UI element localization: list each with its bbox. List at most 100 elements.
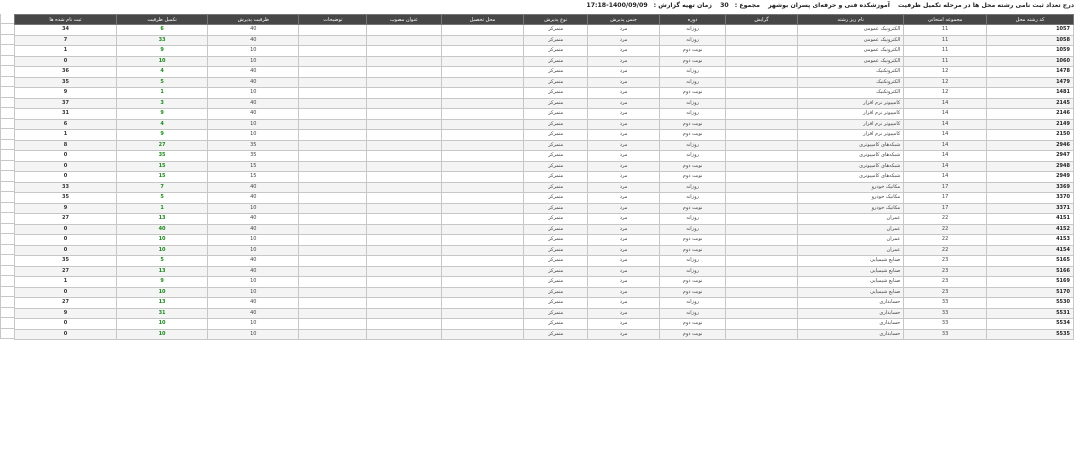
row-gutter — [0, 234, 14, 245]
exam-group-cell: 33 — [903, 328, 987, 340]
registered-cell: 37 — [14, 97, 117, 109]
table-row: 3369 17 مکانیک خودرو روزانه مرد متمرکز 40 7 33 — [14, 181, 1074, 193]
study-place-cell — [440, 307, 525, 319]
capacity-cell: 10 — [207, 244, 300, 256]
field-code-cell: 2948 — [986, 160, 1074, 172]
specialty-cell — [724, 202, 799, 214]
fill-capacity-cell: 10 — [115, 286, 209, 298]
exam-group-cell: 22 — [903, 234, 987, 246]
row-gutter — [0, 202, 14, 213]
time-label: زمان تهیه گزارش : — [653, 2, 712, 9]
description-cell — [298, 87, 368, 99]
exam-group-cell: 23 — [903, 265, 987, 277]
study-place-cell — [440, 318, 525, 330]
approved-title-cell — [366, 66, 442, 78]
period-cell: نوبت دوم — [659, 171, 726, 183]
registered-cell: 27 — [14, 297, 117, 309]
table-row: 5534 33 حسابداری نوبت دوم مرد متمرکز 10 10 0 — [14, 318, 1074, 330]
table-row: 1481 12 الکتروتکنیک نوبت دوم مرد متمرکز 10 1 9 — [14, 87, 1074, 99]
field-code-cell: 5170 — [986, 286, 1074, 298]
admission-type-cell: متمرکز — [523, 139, 589, 151]
field-name-cell: الکترونیک عمومی — [797, 55, 905, 67]
total-value: 30 — [720, 2, 729, 9]
specialty-cell — [724, 244, 799, 256]
admission-type-cell: متمرکز — [523, 276, 589, 288]
exam-group-cell: 17 — [903, 181, 987, 193]
registered-cell: 7 — [14, 34, 117, 46]
period-cell: روزانه — [659, 34, 726, 46]
description-cell — [298, 265, 368, 277]
row-gutter — [0, 160, 14, 171]
field-code-cell: 2146 — [986, 108, 1074, 120]
study-place-cell — [440, 265, 525, 277]
field-name-cell: کامپیوتر نرم افزار — [797, 108, 905, 120]
report-page: درج تعداد ثبت نامی رشته محل ها در مرحله … — [0, 0, 1080, 461]
specialty-cell — [724, 171, 799, 183]
approved-title-cell — [366, 286, 442, 298]
field-code-cell: 5530 — [986, 297, 1074, 309]
school-name: آموزشکده فنی و حرفه‌ای پسران بوشهر — [768, 2, 890, 9]
field-code-cell: 1481 — [986, 87, 1074, 99]
description-cell — [298, 150, 368, 162]
fill-capacity-cell: 3 — [115, 97, 209, 109]
fill-capacity-cell: 33 — [115, 34, 209, 46]
row-gutter — [0, 244, 14, 255]
column-header: جنس پذیرش — [587, 14, 661, 25]
capacity-cell: 40 — [207, 97, 300, 109]
table-row: 1059 11 الکترونیک عمومی نوبت دوم مرد متمرکز 10… — [14, 45, 1074, 57]
fill-capacity-cell: 5 — [115, 255, 209, 267]
field-code-cell: 5169 — [986, 276, 1074, 288]
specialty-cell — [724, 97, 799, 109]
capacity-cell: 10 — [207, 286, 300, 298]
capacity-cell: 35 — [207, 139, 300, 151]
capacity-cell: 35 — [207, 150, 300, 162]
row-gutter — [0, 171, 14, 182]
period-cell: روزانه — [659, 181, 726, 193]
admission-type-cell: متمرکز — [523, 328, 589, 340]
admission-type-cell: متمرکز — [523, 181, 589, 193]
exam-group-cell: 14 — [903, 129, 987, 141]
field-code-cell: 5535 — [986, 328, 1074, 340]
column-header: گرایش — [724, 14, 799, 25]
period-cell: روزانه — [659, 76, 726, 88]
field-name-cell: شبکه‌های کامپیوتری — [797, 171, 905, 183]
specialty-cell — [724, 286, 799, 298]
approved-title-cell — [366, 76, 442, 88]
table-row: 4154 22 عمران نوبت دوم مرد متمرکز 10 10 0 — [14, 244, 1074, 256]
time-value: 1400/09/09-17:18 — [586, 2, 648, 9]
table-row: 2145 14 کامپیوتر نرم افزار روزانه مرد متمرکز 4… — [14, 97, 1074, 109]
row-gutter — [0, 45, 14, 56]
capacity-cell: 10 — [207, 328, 300, 340]
capacity-cell: 10 — [207, 118, 300, 130]
fill-capacity-cell: 35 — [115, 150, 209, 162]
approved-title-cell — [366, 192, 442, 204]
admission-type-cell: متمرکز — [523, 213, 589, 225]
fill-capacity-cell: 13 — [115, 297, 209, 309]
field-code-cell: 1060 — [986, 55, 1074, 67]
fill-capacity-cell: 27 — [115, 139, 209, 151]
approved-title-cell — [366, 318, 442, 330]
column-header: دوره — [659, 14, 726, 25]
description-cell — [298, 24, 368, 36]
description-cell — [298, 108, 368, 120]
registered-cell: 9 — [14, 87, 117, 99]
gender-cell: مرد — [587, 244, 661, 256]
fill-capacity-cell: 9 — [115, 276, 209, 288]
exam-group-cell: 12 — [903, 76, 987, 88]
approved-title-cell — [366, 118, 442, 130]
registered-cell: 35 — [14, 192, 117, 204]
exam-group-cell: 22 — [903, 244, 987, 256]
period-cell: روزانه — [659, 307, 726, 319]
table-row: 5535 33 حسابداری نوبت دوم مرد متمرکز 10 10 0 — [14, 328, 1074, 340]
capacity-cell: 10 — [207, 318, 300, 330]
left-gutter — [0, 14, 14, 454]
column-header: محل تحصیل — [440, 14, 525, 25]
field-code-cell: 4152 — [986, 223, 1074, 235]
field-name-cell: عمران — [797, 244, 905, 256]
field-name-cell: حسابداری — [797, 318, 905, 330]
admission-type-cell: متمرکز — [523, 265, 589, 277]
field-code-cell: 1058 — [986, 34, 1074, 46]
approved-title-cell — [366, 34, 442, 46]
admission-type-cell: متمرکز — [523, 118, 589, 130]
field-code-cell: 2947 — [986, 150, 1074, 162]
